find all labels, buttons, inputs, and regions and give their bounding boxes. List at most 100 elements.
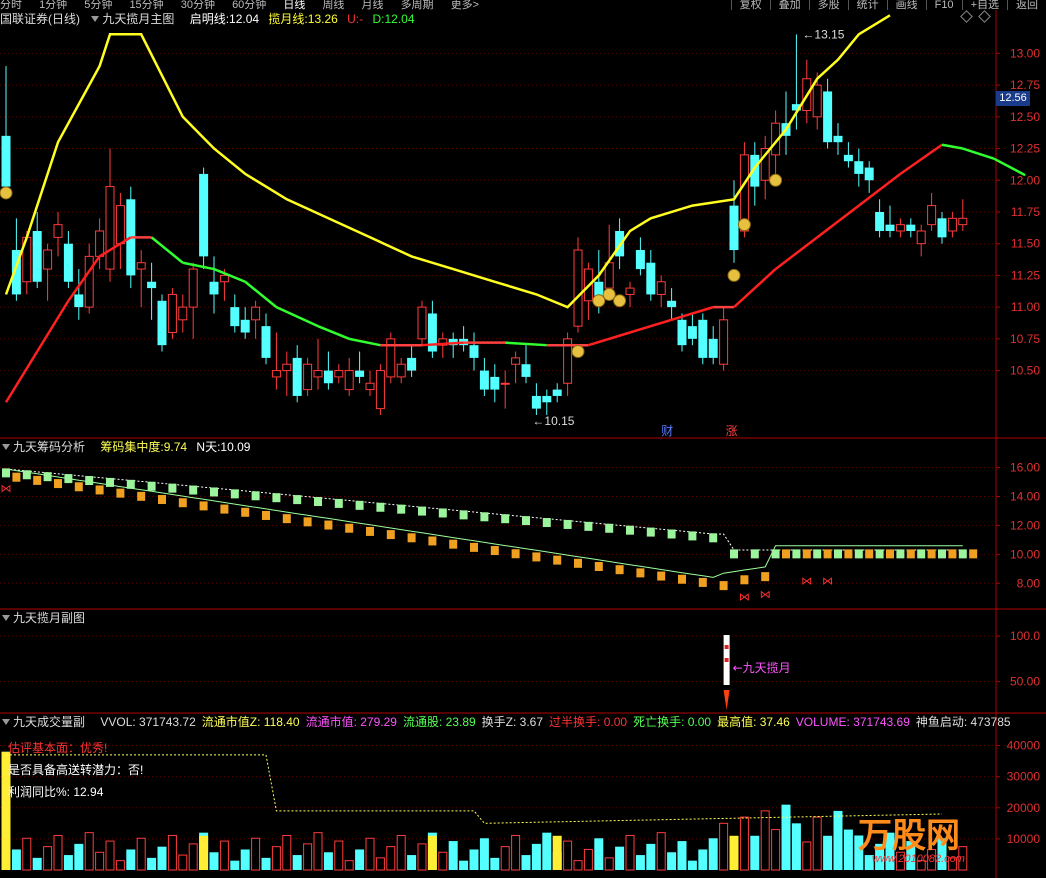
chip-marker-lower <box>802 549 811 559</box>
chevron-down-icon <box>2 444 10 450</box>
candle-body <box>812 84 822 118</box>
volume-bar <box>105 840 115 871</box>
qiming-line-segment <box>4 350 39 403</box>
money-bag-icon <box>769 173 783 187</box>
chip-marker-lower <box>740 575 749 585</box>
chip-marker-lower <box>511 549 520 559</box>
chip-marker-lower <box>553 555 562 565</box>
qiming-line-segment <box>36 300 70 353</box>
volume-bar <box>375 857 385 871</box>
period-item[interactable]: 月线 <box>362 0 384 10</box>
chip-marker-lower <box>178 498 187 508</box>
volume-bar <box>500 846 510 871</box>
candle-body <box>32 231 42 282</box>
vol-indicator-dropdown[interactable]: 九天成交量副 <box>0 715 91 729</box>
chip-marker-lower <box>948 549 957 559</box>
volume-bar <box>635 855 645 870</box>
period-item[interactable]: 15分钟 <box>129 0 163 10</box>
candle-body <box>885 224 895 231</box>
y-tick-label: 10.50 <box>1010 364 1040 378</box>
vol-stat-6: 死亡换手: 0.00 <box>633 715 712 729</box>
multi-stock-button[interactable]: 多股 <box>808 0 848 10</box>
chip-marker-upper <box>750 549 759 559</box>
butterfly-icon: ⋈ <box>739 591 750 604</box>
period-item[interactable]: 周线 <box>322 0 344 10</box>
butterfly-icon: ⋈ <box>822 575 833 588</box>
period-item[interactable]: 5分钟 <box>84 0 112 10</box>
chip-marker-lower <box>906 549 915 559</box>
volume-bar <box>667 852 677 870</box>
chip-marker-lower <box>386 530 395 540</box>
volume-bar <box>334 840 344 871</box>
candle-body <box>854 161 864 174</box>
qiming-line-segment <box>899 143 943 175</box>
sub-indicator-dropdown[interactable]: 九天揽月副图 <box>0 611 91 625</box>
money-bag-icon <box>592 294 606 308</box>
stats-button[interactable]: 统计 <box>847 0 887 10</box>
volume-bar <box>355 849 365 870</box>
stock-name[interactable]: 国联证券(日线) <box>0 12 80 26</box>
chip-marker-upper <box>646 527 655 537</box>
chip-marker-upper <box>2 468 10 478</box>
overlay-button[interactable]: 叠加 <box>769 0 809 10</box>
volume-bar <box>386 846 396 871</box>
u-value: - <box>359 12 364 26</box>
period-item[interactable]: 多周期 <box>401 0 434 10</box>
volume-bar <box>469 849 479 870</box>
candle-body <box>729 205 739 251</box>
conc-label: 筹码集中度: <box>100 440 164 454</box>
volume-bar <box>750 835 760 870</box>
period-item[interactable]: 更多> <box>451 0 479 10</box>
volume-bar <box>188 843 198 871</box>
volume-bar <box>615 846 625 870</box>
chip-marker-lower <box>220 504 229 514</box>
y-tick-label: 20000 <box>1007 801 1041 815</box>
period-item[interactable]: 1分钟 <box>39 0 67 10</box>
volume-bar <box>126 849 136 870</box>
vol-stat-7: 最高值: 37.46 <box>717 715 790 729</box>
indicator-dropdown[interactable]: 九天揽月主图 <box>89 12 180 26</box>
chip-indicator-dropdown[interactable]: 九天筹码分析 <box>0 440 91 454</box>
y-tick-label: 12.50 <box>1010 110 1040 124</box>
chip-marker-upper <box>688 531 697 541</box>
qiming-line-segment <box>317 324 350 341</box>
candle-body <box>178 306 188 321</box>
volume-highlight-bar <box>552 835 562 870</box>
period-item[interactable]: 60分钟 <box>232 0 266 10</box>
chip-upper-line <box>5 468 963 551</box>
period-item[interactable]: 分时 <box>0 0 22 10</box>
chip-marker-lower <box>594 561 603 571</box>
volume-bar <box>781 804 791 870</box>
period-item[interactable]: 30分钟 <box>181 0 215 10</box>
fuquan-button[interactable]: 复权 <box>730 0 770 10</box>
chip-panel-header: 九天筹码分析 筹码集中度:9.74 N天:10.09 <box>0 438 256 456</box>
chip-marker-upper <box>563 519 572 529</box>
f10-button[interactable]: F10 <box>925 0 962 10</box>
volume-bar <box>739 816 749 871</box>
candle-body <box>95 230 105 257</box>
candle-body <box>84 255 94 308</box>
y-tick-label: 50.00 <box>1010 675 1040 689</box>
volume-bar <box>251 837 261 871</box>
qiming-line-segment <box>348 337 381 347</box>
add-watchlist-button[interactable]: +自选 <box>961 0 1007 10</box>
volume-bar <box>656 832 666 871</box>
volume-bar <box>791 823 801 870</box>
period-item-active[interactable]: 日线 <box>283 0 305 10</box>
chip-marker-upper <box>147 481 156 491</box>
back-button[interactable]: 返回 <box>1007 0 1046 10</box>
money-bag-icon <box>613 294 627 308</box>
volume-bar <box>771 829 781 871</box>
candle-body <box>188 268 198 308</box>
draw-line-button[interactable]: 画线 <box>886 0 926 10</box>
chip-indicator-name: 九天筹码分析 <box>13 440 86 454</box>
chip-marker-upper <box>85 476 94 486</box>
candle-body <box>656 281 666 295</box>
candle-body <box>667 300 677 308</box>
chip-marker-upper <box>667 529 676 539</box>
chip-marker-upper <box>896 549 905 559</box>
chip-marker-lower <box>969 549 978 559</box>
watermark-url: www.2010082.com <box>872 853 965 865</box>
vol-stat-5: 过半换手: 0.00 <box>549 715 628 729</box>
chevron-down-icon <box>2 719 10 725</box>
